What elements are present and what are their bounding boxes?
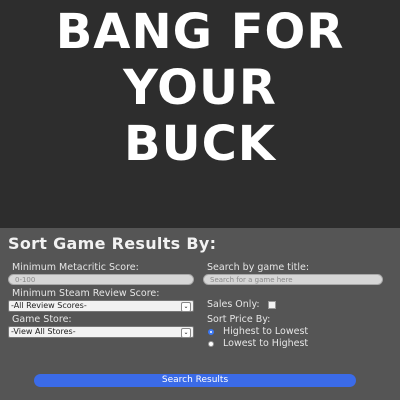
radio-highest-label: Highest to Lowest [223,326,309,337]
hero-line-2: YOUR [123,60,277,116]
radio-highest[interactable] [208,329,214,335]
sales-label: Sales Only: [207,299,260,310]
steam-label: Minimum Steam Review Score: [12,288,160,299]
store-select-value: -View All Stores- [11,327,76,336]
chevron-down-icon: ⌄ [181,302,191,312]
metacritic-input[interactable]: 0-100 [8,274,194,285]
search-results-button[interactable]: Search Results [34,374,356,387]
steam-select-value: -All Review Scores- [11,301,87,310]
radio-lowest[interactable] [208,341,214,347]
search-input[interactable]: Search for a game here [203,274,383,285]
sort-panel: Sort Game Results By: Minimum Metacritic… [0,228,400,400]
hero-banner: BANG FOR YOUR BUCK [0,0,400,228]
panel-title: Sort Game Results By: [8,234,217,253]
chevron-down-icon: ⌄ [181,328,191,338]
steam-select[interactable]: -All Review Scores- ⌄ [8,300,194,312]
sort-label: Sort Price By: [207,314,271,325]
hero-line-3: BUCK [124,116,276,172]
sales-checkbox[interactable] [268,301,276,309]
hero-line-1: BANG FOR [55,4,345,60]
store-select[interactable]: -View All Stores- ⌄ [8,326,194,338]
hero-title: BANG FOR YOUR BUCK [0,4,400,172]
search-label: Search by game title: [207,262,310,273]
metacritic-label: Minimum Metacritic Score: [12,262,139,273]
store-label: Game Store: [12,314,72,325]
radio-lowest-label: Lowest to Highest [223,338,309,349]
